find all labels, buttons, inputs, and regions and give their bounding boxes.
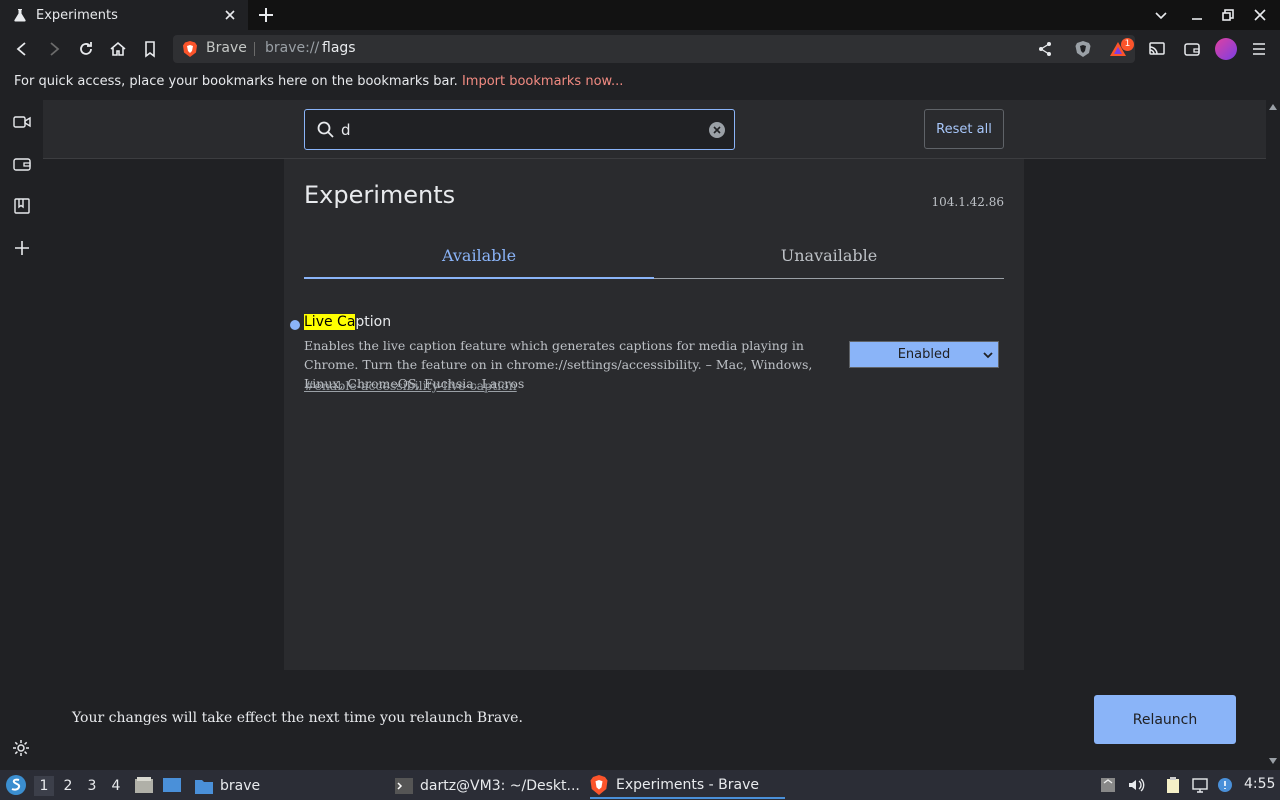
tab-strip: Experiments	[0, 0, 1280, 30]
scroll-down-icon[interactable]	[1269, 758, 1277, 764]
file-manager-icon[interactable]	[134, 776, 154, 794]
address-separator	[254, 42, 255, 56]
workspace-1[interactable]: 1	[34, 776, 54, 796]
close-window-icon[interactable]	[1251, 6, 1269, 24]
search-icon	[316, 120, 336, 140]
modified-indicator	[290, 320, 300, 330]
scroll-up-icon[interactable]	[1269, 104, 1277, 110]
bookmark-icon[interactable]	[140, 39, 160, 59]
flag-name-match: Live Ca	[304, 314, 356, 330]
tray-app-icon[interactable]	[1099, 776, 1117, 794]
folder-icon	[195, 780, 213, 794]
notification-icon[interactable]	[1216, 776, 1234, 794]
tab-unavailable[interactable]: Unavailable	[654, 235, 1004, 279]
reload-icon[interactable]	[76, 39, 96, 59]
flag-state-value: Enabled	[897, 347, 951, 362]
minimize-icon[interactable]	[1188, 6, 1206, 24]
scrollbar[interactable]	[1266, 100, 1280, 770]
rewards-badge: 1	[1121, 38, 1134, 51]
tab-available[interactable]: Available	[304, 235, 654, 279]
back-icon[interactable]	[12, 39, 32, 59]
relaunch-button[interactable]: Relaunch	[1094, 695, 1236, 744]
network-icon[interactable]	[1191, 776, 1209, 794]
cast-icon[interactable]	[1148, 40, 1166, 58]
sidebar	[0, 100, 43, 770]
menu-icon[interactable]	[1250, 40, 1268, 58]
flag-anchor-link[interactable]: #enable-accessibility-live-caption	[304, 378, 517, 393]
bookmarks-hint-text: For quick access, place your bookmarks h…	[14, 74, 458, 89]
clock: 4:55	[1244, 776, 1276, 792]
version-label: 104.1.42.86	[931, 195, 1004, 209]
flag-state-select[interactable]: Enabled	[849, 341, 999, 368]
volume-icon[interactable]	[1127, 776, 1145, 794]
bookmarks-panel-icon[interactable]	[12, 196, 32, 216]
tab-title: Experiments	[36, 7, 118, 23]
clipboard-icon[interactable]	[1164, 776, 1182, 794]
workspace-4[interactable]: 4	[106, 776, 126, 796]
task-folder-brave[interactable]: brave	[194, 773, 260, 799]
flask-icon	[12, 7, 28, 23]
import-bookmarks-link[interactable]: Import bookmarks now...	[462, 74, 623, 89]
brave-shields-icon[interactable]	[1074, 40, 1092, 58]
url-scheme: brave://	[265, 40, 320, 56]
show-desktop-icon[interactable]	[162, 776, 182, 794]
forward-icon[interactable]	[44, 39, 64, 59]
brave-logo-icon	[183, 41, 197, 57]
brave-task-icon	[590, 775, 608, 795]
search-header: Reset all	[43, 100, 1266, 159]
relaunch-message: Your changes will take effect the next t…	[72, 710, 523, 726]
sidebar-wallet-icon[interactable]	[12, 154, 32, 174]
task-brave-label: Experiments - Brave	[616, 777, 759, 793]
task-terminal[interactable]: dartz@VM3: ~/Deskt...	[394, 773, 580, 799]
brand-name: Brave	[206, 40, 247, 56]
wallet-icon[interactable]	[1183, 40, 1201, 58]
reset-all-button[interactable]: Reset all	[924, 109, 1004, 149]
add-sidebar-item-icon[interactable]	[12, 238, 32, 258]
relaunch-footer: Your changes will take effect the next t…	[43, 670, 1266, 770]
clear-search-icon[interactable]	[708, 121, 726, 139]
workspace-2[interactable]: 2	[58, 776, 78, 796]
taskbar: 1 2 3 4 brave dartz@VM3: ~/Deskt... Expe…	[0, 770, 1280, 800]
video-call-icon[interactable]	[12, 112, 32, 132]
close-tab-icon[interactable]	[222, 7, 238, 23]
bookmarks-bar: For quick access, place your bookmarks h…	[0, 68, 1280, 96]
task-terminal-label: dartz@VM3: ~/Deskt...	[420, 778, 580, 794]
flag-name-rest: ption	[355, 314, 392, 330]
task-brave[interactable]: Experiments - Brave	[590, 773, 785, 799]
search-input[interactable]	[341, 119, 701, 141]
address-bar[interactable]: Brave brave:// flags	[173, 35, 1135, 63]
bookmarks-bar-message: For quick access, place your bookmarks h…	[14, 74, 623, 89]
new-tab-icon[interactable]	[256, 5, 276, 25]
browser-tab[interactable]: Experiments	[0, 0, 248, 30]
terminal-icon	[395, 778, 413, 794]
search-box[interactable]	[304, 109, 735, 150]
page-title: Experiments	[304, 181, 456, 209]
chevron-down-icon	[982, 348, 994, 362]
url-path: flags	[322, 40, 356, 56]
profile-avatar[interactable]	[1215, 38, 1237, 60]
task-folder-label: brave	[220, 778, 261, 794]
share-icon[interactable]	[1037, 41, 1053, 57]
tab-search-chevron-icon[interactable]	[1152, 6, 1170, 24]
flag-name: Live Caption	[304, 314, 391, 330]
home-icon[interactable]	[108, 39, 128, 59]
start-menu-icon[interactable]	[5, 774, 27, 796]
maximize-icon[interactable]	[1220, 6, 1238, 24]
workspace-3[interactable]: 3	[82, 776, 102, 796]
settings-gear-icon[interactable]	[11, 738, 31, 758]
